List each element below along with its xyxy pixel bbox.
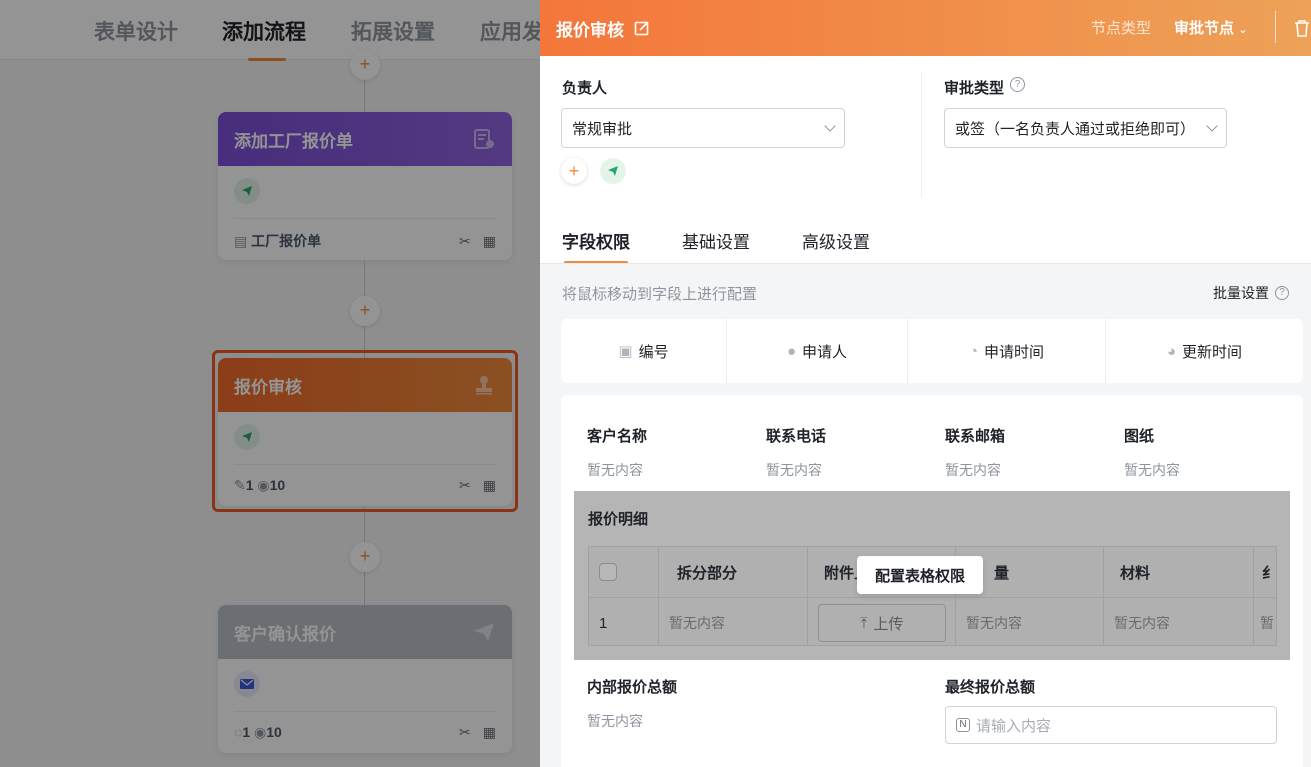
add-owner-button[interactable]: + — [561, 158, 587, 184]
cell-value: 暂无内容 — [659, 598, 808, 645]
system-field-apply-time[interactable]: ◔ 申请时间 — [908, 319, 1106, 383]
node-type-value: 审批节点 — [1174, 20, 1235, 37]
update-clock-icon: ◕ — [1166, 342, 1177, 360]
hint-text: 将鼠标移动到字段上进行配置 — [562, 286, 758, 303]
field-email[interactable]: 联系邮箱 暂无内容 — [945, 425, 1005, 480]
field-value: 暂无内容 — [587, 462, 643, 478]
field-permissions-panel: 将鼠标移动到字段上进行配置 批量设置? ▣ 编号 ● 申请人 ◔ 申请时间 ◕ 更新时间… — [540, 264, 1311, 767]
id-icon: ▣ — [618, 343, 633, 360]
tab-field-permissions[interactable]: 字段权限 — [562, 228, 630, 264]
owner-select-value: 常规审批 — [572, 120, 633, 138]
chevron-down-icon: ⌄ — [1238, 24, 1248, 36]
header-separator — [1275, 11, 1276, 43]
field-internal-total[interactable]: 内部报价总额 暂无内容 — [587, 676, 677, 731]
edit-title-icon[interactable] — [634, 20, 650, 36]
subtable-title: 报价明细 — [588, 511, 649, 528]
owner-select[interactable]: 常规审批 — [561, 108, 845, 148]
flow-canvas: 表单设计 添加流程 拓展设置 应用发 + 添加工厂报价单 ▤ 工厂报价单 ✂ ▦ … — [0, 0, 540, 767]
select-all-cell — [589, 547, 659, 597]
system-field-label: 编号 — [638, 343, 669, 361]
field-label: 内部报价总额 — [587, 679, 678, 696]
system-fields-row: ▣ 编号 ● 申请人 ◔ 申请时间 ◕ 更新时间 — [561, 319, 1303, 383]
system-field-number[interactable]: ▣ 编号 — [561, 319, 727, 383]
upload-icon: ⤒ — [860, 614, 868, 632]
column-header: 材料 — [1104, 547, 1254, 597]
owner-label: 负责人 — [562, 80, 608, 97]
table-row: 1 暂无内容 ⤒ 上传 暂无内容 暂无内容 暂 — [589, 597, 1276, 645]
system-field-label: 申请时间 — [984, 343, 1045, 361]
node-config-drawer: 报价审核 节点类型 审批节点 ⌄ 负责人 常规审批 + 审批类型 ? 或签（一名… — [540, 0, 1311, 767]
drawer-title: 报价审核 — [556, 20, 624, 40]
field-drawing[interactable]: 图纸 暂无内容 — [1124, 425, 1180, 480]
field-customer-name[interactable]: 客户名称 暂无内容 — [587, 425, 647, 480]
final-total-input[interactable]: N 请输入内容 — [945, 706, 1277, 744]
system-field-label: 申请人 — [802, 343, 848, 361]
column-header: 拆分部分 — [659, 547, 808, 597]
cell-value: 暂 — [1254, 598, 1276, 645]
batch-settings-button[interactable]: 批量设置? — [1213, 283, 1289, 303]
batch-label: 批量设置 — [1213, 285, 1269, 301]
system-field-applicant[interactable]: ● 申请人 — [727, 319, 908, 383]
modal-backdrop[interactable] — [0, 0, 540, 767]
node-type-label: 节点类型 — [1091, 20, 1152, 37]
field-label: 最终报价总额 — [945, 679, 1036, 696]
user-icon: ● — [786, 342, 797, 360]
form-fields-card: 客户名称暂无内容 联系电话暂无内容 联系邮箱暂无内容 图纸暂无内容 报价明细 拆… — [561, 395, 1303, 767]
column-header: 纟 — [1254, 547, 1276, 597]
chevron-down-icon — [824, 120, 836, 132]
field-value: 暂无内容 — [1124, 462, 1180, 478]
select-all-checkbox[interactable] — [599, 563, 617, 581]
send-icon[interactable] — [600, 158, 626, 184]
help-icon[interactable]: ? — [1010, 77, 1025, 92]
system-field-update-time[interactable]: ◕ 更新时间 — [1106, 319, 1303, 383]
tab-basic-settings[interactable]: 基础设置 — [682, 228, 750, 263]
chevron-down-icon — [1206, 120, 1218, 132]
clock-icon: ◔ — [968, 342, 979, 360]
drawer-header: 报价审核 节点类型 审批节点 ⌄ — [540, 0, 1311, 56]
config-tabs: 字段权限 基础设置 高级设置 — [562, 228, 870, 264]
number-icon: N — [956, 718, 970, 732]
upload-label: 上传 — [873, 615, 904, 633]
approval-type-value: 或签（一名负责人通过或拒绝即可） — [955, 120, 1196, 138]
field-label: 图纸 — [1124, 428, 1155, 445]
field-label: 客户名称 — [587, 428, 648, 445]
approval-type-select[interactable]: 或签（一名负责人通过或拒绝即可） — [944, 108, 1227, 148]
node-type-dropdown[interactable]: 审批节点 ⌄ — [1174, 17, 1247, 38]
system-field-label: 更新时间 — [1182, 343, 1243, 361]
cell-value: 暂无内容 — [956, 598, 1104, 645]
field-phone[interactable]: 联系电话 暂无内容 — [766, 425, 826, 480]
approval-type-label: 审批类型 — [944, 80, 1005, 97]
field-final-total: 最终报价总额 — [945, 676, 1035, 697]
field-value: 暂无内容 — [587, 713, 643, 729]
row-index: 1 — [589, 598, 659, 645]
configure-table-permission-tooltip[interactable]: 配置表格权限 — [857, 556, 983, 594]
divider — [921, 72, 922, 198]
tab-advanced-settings[interactable]: 高级设置 — [802, 228, 870, 263]
upload-cell: ⤒ 上传 — [808, 598, 956, 645]
field-value: 暂无内容 — [766, 462, 822, 478]
delete-icon[interactable] — [1294, 19, 1310, 37]
field-label: 联系邮箱 — [945, 428, 1006, 445]
field-value: 暂无内容 — [945, 462, 1001, 478]
help-icon: ? — [1275, 286, 1289, 300]
cell-value: 暂无内容 — [1104, 598, 1254, 645]
upload-button[interactable]: ⤒ 上传 — [818, 604, 946, 642]
input-placeholder: 请输入内容 — [976, 717, 1052, 735]
field-label: 联系电话 — [766, 428, 827, 445]
